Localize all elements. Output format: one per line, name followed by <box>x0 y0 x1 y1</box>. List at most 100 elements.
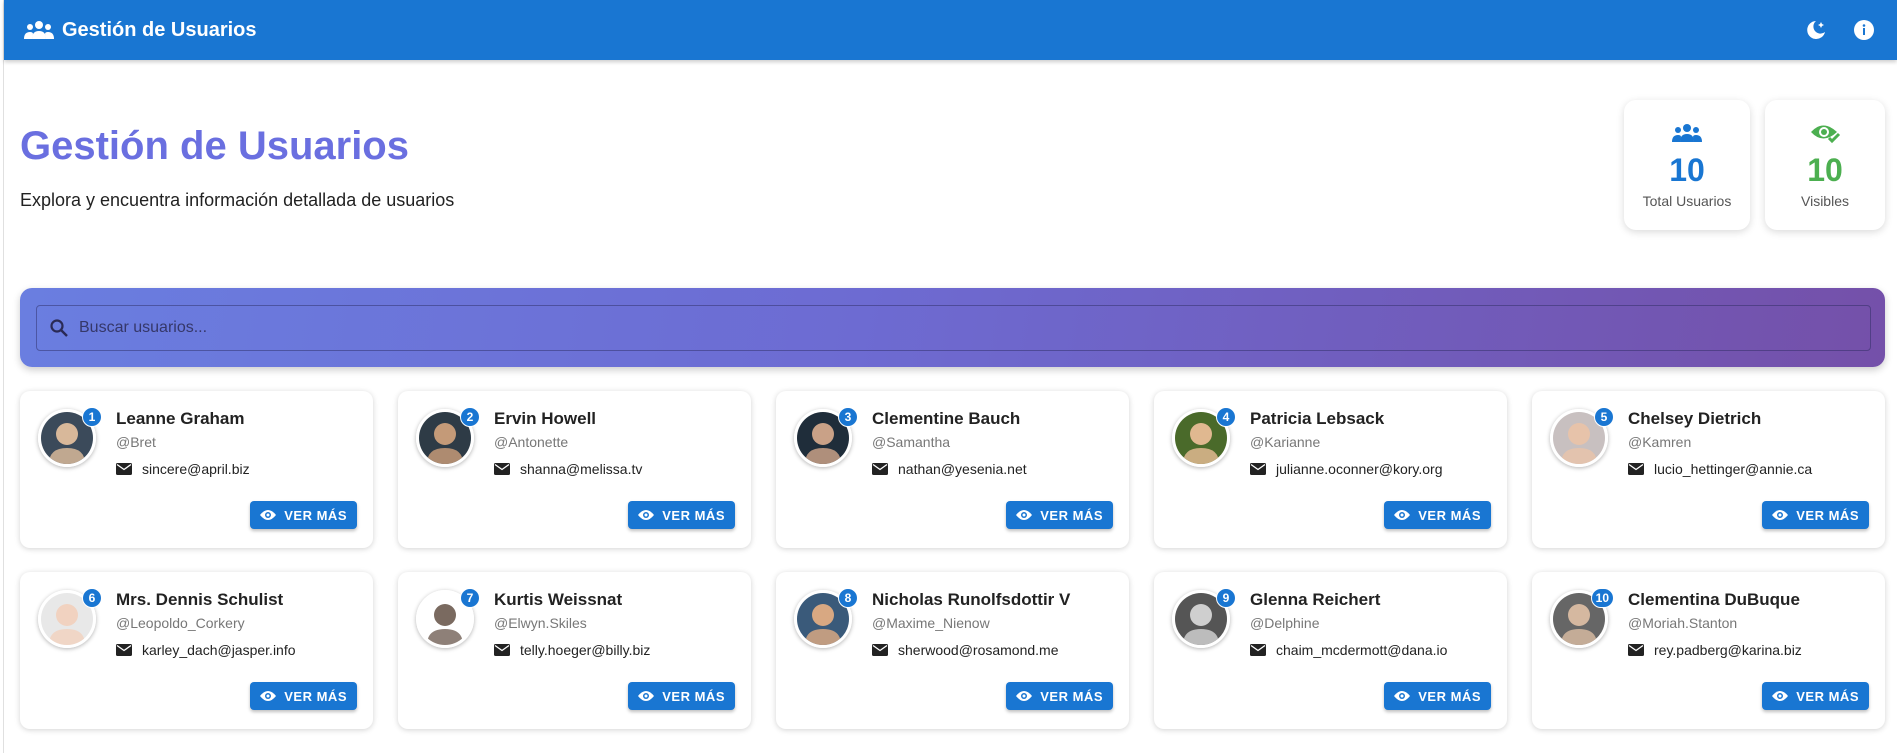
visibility-icon <box>638 691 655 701</box>
user-username: @Samantha <box>872 434 951 450</box>
user-id-badge: 8 <box>838 588 858 608</box>
avatar-wrapper: 4 <box>1172 407 1236 467</box>
view-more-button[interactable]: VER MÁS <box>1384 501 1491 529</box>
visibility-icon <box>1394 691 1411 701</box>
email-icon <box>872 463 888 475</box>
user-name: Chelsey Dietrich <box>1628 409 1762 428</box>
group-icon <box>1671 120 1703 146</box>
visibility-check-icon <box>1809 120 1841 146</box>
user-id-badge: 1 <box>82 407 102 427</box>
search-input[interactable] <box>79 319 1870 337</box>
avatar-wrapper: 7 <box>416 588 480 648</box>
user-email: julianne.oconner@kory.org <box>1250 461 1443 477</box>
user-id-badge: 9 <box>1216 588 1236 608</box>
email-icon <box>494 644 510 656</box>
user-username: @Kamren <box>1628 434 1692 450</box>
user-id-badge: 10 <box>1590 588 1614 608</box>
view-more-label: VER MÁS <box>284 688 347 704</box>
user-username: @Karianne <box>1250 434 1321 450</box>
user-email: sincere@april.biz <box>116 461 250 477</box>
user-name: Clementina DuBuque <box>1628 590 1800 609</box>
visibility-icon <box>260 691 277 701</box>
stat-total-users: 10 Total Usuarios <box>1624 100 1750 230</box>
visibility-icon <box>260 510 277 520</box>
email-icon <box>872 644 888 656</box>
email-icon <box>1628 463 1644 475</box>
avatar-wrapper: 8 <box>794 588 858 648</box>
view-more-label: VER MÁS <box>1418 688 1481 704</box>
dark-mode-icon[interactable] <box>1801 15 1831 45</box>
view-more-button[interactable]: VER MÁS <box>1762 501 1869 529</box>
view-more-button[interactable]: VER MÁS <box>628 501 735 529</box>
user-name: Kurtis Weissnat <box>494 590 623 609</box>
user-username: @Maxime_Nienow <box>872 615 990 631</box>
avatar-wrapper: 1 <box>38 407 102 467</box>
avatar-wrapper: 6 <box>38 588 102 648</box>
user-username: @Bret <box>116 434 156 450</box>
user-email-text: rey.padberg@karina.biz <box>1654 642 1802 658</box>
user-email-text: julianne.oconner@kory.org <box>1276 461 1443 477</box>
stat-visible-users: 10 Visibles <box>1765 100 1885 230</box>
avatar-wrapper: 3 <box>794 407 858 467</box>
info-icon[interactable] <box>1849 15 1879 45</box>
user-email-text: nathan@yesenia.net <box>898 461 1027 477</box>
user-card: 6 Mrs. Dennis Schulist @Leopoldo_Corkery… <box>20 572 373 729</box>
user-id-badge: 7 <box>460 588 480 608</box>
search-panel <box>20 288 1885 367</box>
view-more-button[interactable]: VER MÁS <box>628 682 735 710</box>
user-email: nathan@yesenia.net <box>872 461 1027 477</box>
app-bar: Gestión de Usuarios <box>4 0 1897 60</box>
user-username: @Elwyn.Skiles <box>494 615 587 631</box>
email-icon <box>494 463 510 475</box>
user-username: @Moriah.Stanton <box>1628 615 1738 631</box>
user-card: 3 Clementine Bauch @Samantha nathan@yese… <box>776 391 1129 548</box>
search-field[interactable] <box>36 305 1871 351</box>
view-more-label: VER MÁS <box>662 688 725 704</box>
stat-total-label: Total Usuarios <box>1642 193 1732 209</box>
visibility-icon <box>1772 510 1789 520</box>
user-email-text: chaim_mcdermott@dana.io <box>1276 642 1448 658</box>
left-edge <box>0 0 4 753</box>
visibility-icon <box>1772 691 1789 701</box>
view-more-label: VER MÁS <box>284 507 347 523</box>
page-subtitle: Explora y encuentra información detallad… <box>20 190 455 210</box>
visibility-icon <box>1016 691 1033 701</box>
user-id-badge: 2 <box>460 407 480 427</box>
user-name: Clementine Bauch <box>872 409 1021 428</box>
view-more-button[interactable]: VER MÁS <box>1384 682 1491 710</box>
avatar-wrapper: 2 <box>416 407 480 467</box>
user-email-text: telly.hoeger@billy.biz <box>520 642 651 658</box>
user-email: telly.hoeger@billy.biz <box>494 642 650 658</box>
user-username: @Antonette <box>494 434 569 450</box>
stat-visible-value: 10 <box>1807 152 1843 188</box>
user-username: @Leopoldo_Corkery <box>116 615 245 631</box>
user-card: 7 Kurtis Weissnat @Elwyn.Skiles telly.ho… <box>398 572 751 729</box>
user-email: sherwood@rosamond.me <box>872 642 1059 658</box>
view-more-button[interactable]: VER MÁS <box>1762 682 1869 710</box>
visibility-icon <box>1016 510 1033 520</box>
user-name: Ervin Howell <box>494 409 597 428</box>
view-more-label: VER MÁS <box>1418 507 1481 523</box>
view-more-label: VER MÁS <box>662 507 725 523</box>
user-username: @Delphine <box>1250 615 1320 631</box>
user-email: shanna@melissa.tv <box>494 461 642 477</box>
user-name: Leanne Graham <box>116 409 245 428</box>
user-name: Nicholas Runolfsdottir V <box>872 590 1071 609</box>
view-more-button[interactable]: VER MÁS <box>1006 682 1113 710</box>
avatar-wrapper: 5 <box>1550 407 1614 467</box>
user-name: Patricia Lebsack <box>1250 409 1385 428</box>
user-id-badge: 5 <box>1594 407 1614 427</box>
user-card: 5 Chelsey Dietrich @Kamren lucio_hetting… <box>1532 391 1885 548</box>
view-more-button[interactable]: VER MÁS <box>250 682 357 710</box>
user-card: 2 Ervin Howell @Antonette shanna@melissa… <box>398 391 751 548</box>
view-more-button[interactable]: VER MÁS <box>250 501 357 529</box>
email-icon <box>116 463 132 475</box>
user-card: 4 Patricia Lebsack @Karianne julianne.oc… <box>1154 391 1507 548</box>
user-email: chaim_mcdermott@dana.io <box>1250 642 1447 658</box>
view-more-label: VER MÁS <box>1796 507 1859 523</box>
user-email-text: karley_dach@jasper.info <box>142 642 296 658</box>
stat-total-value: 10 <box>1669 152 1705 188</box>
user-id-badge: 6 <box>82 588 102 608</box>
view-more-button[interactable]: VER MÁS <box>1006 501 1113 529</box>
user-id-badge: 3 <box>838 407 858 427</box>
